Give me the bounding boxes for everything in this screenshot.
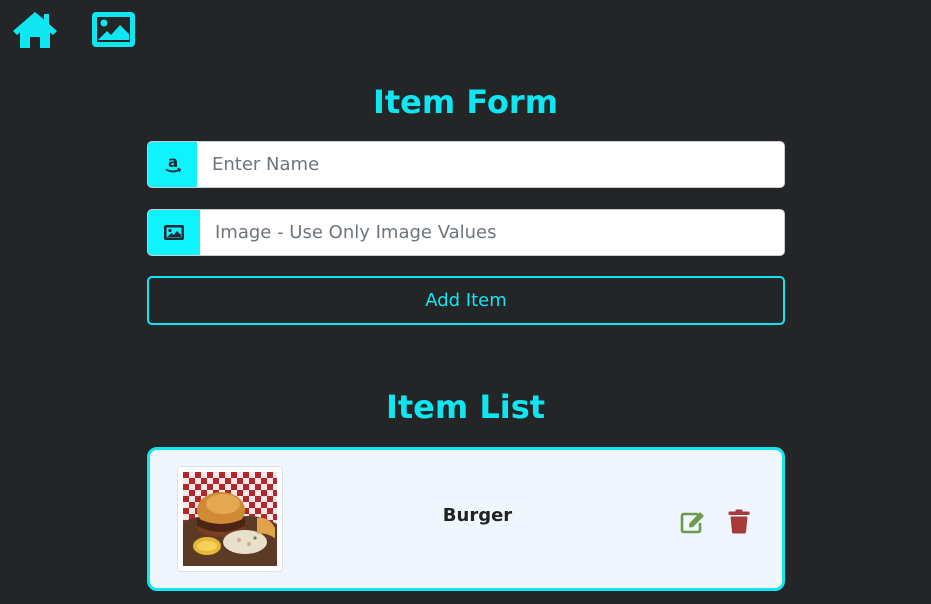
image-input[interactable] [200, 210, 784, 255]
home-icon[interactable] [11, 10, 59, 50]
amazon-icon: a [148, 142, 197, 187]
image-icon [148, 210, 200, 255]
form-title: Item Form [372, 83, 559, 121]
svg-text:a: a [167, 155, 177, 171]
name-input-group: a [147, 141, 785, 188]
edit-icon[interactable] [680, 510, 706, 534]
list-title: Item List [385, 388, 546, 426]
name-input[interactable] [197, 142, 784, 187]
list-item: Burger [147, 447, 785, 591]
burger-photo [183, 472, 277, 566]
add-item-button[interactable]: Add Item [147, 276, 785, 325]
image-icon[interactable] [92, 12, 135, 47]
trash-icon[interactable] [728, 509, 750, 534]
item-name: Burger [442, 505, 513, 526]
item-image [177, 466, 283, 572]
image-input-group [147, 209, 785, 256]
